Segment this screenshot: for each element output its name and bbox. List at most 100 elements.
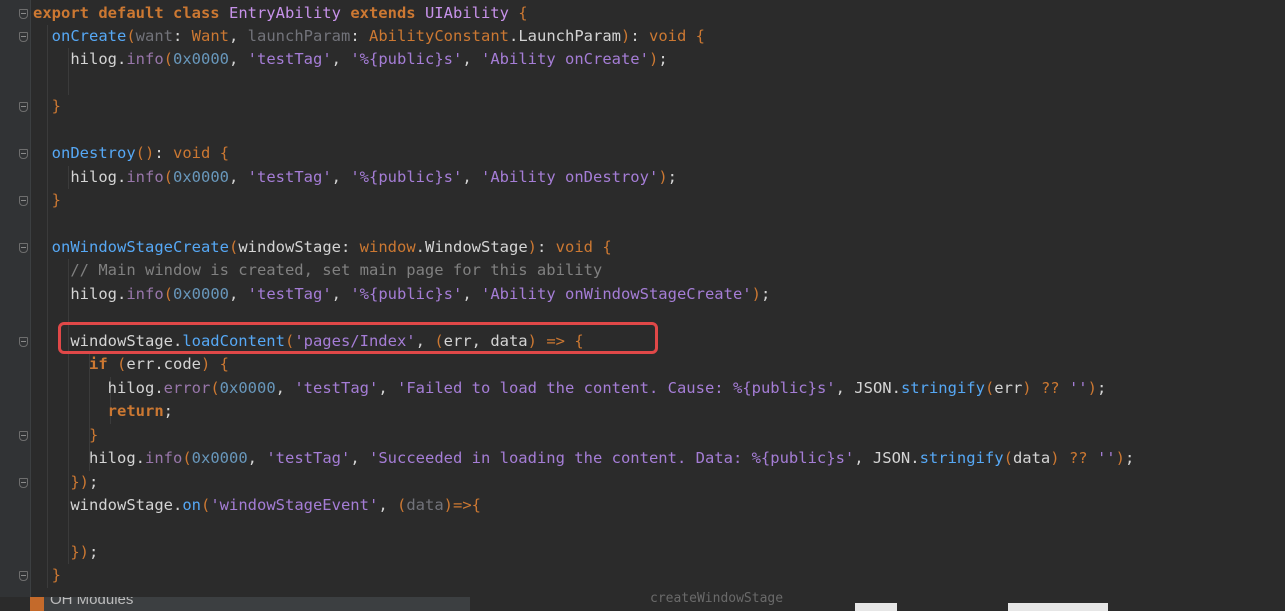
code-token: '' <box>1068 378 1088 397</box>
code-token: { <box>219 355 230 374</box>
code-token: } <box>51 191 62 210</box>
fold-marker-icon[interactable] <box>19 102 28 113</box>
code-token: err <box>994 378 1023 397</box>
code-token: onDestroy <box>51 144 136 163</box>
code-token: class <box>172 3 229 22</box>
code-token: 0x0000 <box>219 378 276 397</box>
code-token: ) <box>1115 449 1125 468</box>
code-token: void <box>555 238 603 256</box>
code-line[interactable]: onDestroy(): void { <box>33 142 229 165</box>
code-token: info <box>126 284 164 303</box>
code-token: , <box>350 449 369 468</box>
code-token: info <box>126 167 164 186</box>
fold-marker-icon[interactable] <box>19 196 28 207</box>
module-folder-icon <box>30 597 44 611</box>
code-token: ( <box>200 495 211 514</box>
code-line[interactable]: hilog.info(0x0000, 'testTag', '%{public}… <box>33 283 770 306</box>
fold-marker-icon[interactable] <box>19 8 28 19</box>
code-token: Want <box>191 26 229 45</box>
code-token: ) <box>751 284 761 303</box>
code-token: : <box>630 26 649 45</box>
code-token: 0x0000 <box>173 50 229 69</box>
code-line[interactable]: hilog.info(0x0000, 'testTag', '%{public}… <box>33 166 677 189</box>
code-token: ) <box>620 26 631 45</box>
code-line[interactable]: if (err.code) { <box>33 353 229 376</box>
code-token: '%{public}s' <box>350 284 463 303</box>
code-line[interactable]: } <box>33 189 61 212</box>
code-token: void <box>173 144 220 163</box>
fold-marker-icon[interactable] <box>19 430 28 441</box>
code-token: '%{public}s' <box>350 50 463 69</box>
code-token: error <box>163 378 211 397</box>
code-token: onWindowStageCreate <box>51 238 229 256</box>
fold-marker-icon[interactable] <box>19 571 28 582</box>
code-token: }) <box>70 472 89 491</box>
code-token: ; <box>163 402 173 421</box>
code-token: : <box>173 26 192 45</box>
code-token: , <box>229 284 248 303</box>
code-token: , <box>378 378 398 397</box>
code-line[interactable]: } <box>33 424 98 447</box>
code-line[interactable]: } <box>33 95 61 118</box>
fold-marker-icon[interactable] <box>19 243 28 253</box>
code-token: stringify <box>919 449 1004 468</box>
code-token: ( <box>126 26 136 45</box>
fold-marker-icon[interactable] <box>19 477 28 488</box>
code-token: ( <box>163 50 173 69</box>
code-token: ) <box>658 167 668 186</box>
code-token: }) <box>70 542 89 561</box>
code-token: 'testTag' <box>294 378 379 397</box>
code-token: ) <box>1050 449 1069 468</box>
code-editor[interactable]: export default class EntryAbility extend… <box>0 0 1285 611</box>
code-token: UIAbility <box>424 3 519 22</box>
fold-marker-icon[interactable] <box>19 149 28 160</box>
code-token: ; <box>760 284 771 303</box>
code-token: return <box>107 402 164 421</box>
code-token: windowStage: <box>238 238 360 256</box>
fold-marker-icon[interactable] <box>19 31 28 42</box>
code-line[interactable]: onCreate(want: Want, launchParam: Abilit… <box>33 25 705 48</box>
code-token: : <box>537 238 556 256</box>
code-token: ?? <box>1068 449 1097 468</box>
code-token: ; <box>89 542 99 561</box>
code-line[interactable]: }); <box>33 471 98 494</box>
code-token: EntryAbility <box>228 3 351 22</box>
code-token: 0x0000 <box>173 284 229 303</box>
code-token: ) <box>201 355 220 374</box>
bottom-panel-patch <box>1008 603 1108 611</box>
code-line[interactable]: // Main window is created, set main page… <box>33 259 602 282</box>
code-line[interactable]: export default class EntryAbility extend… <box>33 2 528 25</box>
code-token: '' <box>1096 449 1116 468</box>
code-line[interactable]: }); <box>33 541 98 564</box>
code-line[interactable]: onWindowStageCreate(windowStage: window.… <box>33 236 612 259</box>
highlight-annotation-box <box>58 322 658 354</box>
fold-marker-icon[interactable] <box>19 336 28 347</box>
code-token: on <box>182 495 201 514</box>
code-token: , <box>331 284 351 303</box>
code-token: ( <box>396 495 407 514</box>
code-token: data <box>1012 449 1051 468</box>
modules-tab[interactable]: OH Modules <box>30 597 470 611</box>
code-line[interactable]: hilog.info(0x0000, 'testTag', 'Succeeded… <box>33 447 1134 470</box>
code-token: { <box>518 3 528 22</box>
code-token: , <box>462 284 481 303</box>
code-line[interactable]: hilog.info(0x0000, 'testTag', '%{public}… <box>33 48 667 71</box>
code-line[interactable]: windowStage.on('windowStageEvent', (data… <box>33 494 481 517</box>
code-line[interactable]: return; <box>33 400 173 423</box>
code-token: err.code <box>126 355 201 374</box>
code-token: { <box>471 495 482 514</box>
code-token: , <box>229 167 248 186</box>
code-line[interactable]: hilog.error(0x0000, 'testTag', 'Failed t… <box>33 377 1107 400</box>
code-token: ( <box>984 378 995 397</box>
code-token: , <box>247 449 267 468</box>
code-token: hilog. <box>33 284 127 303</box>
code-line[interactable]: } <box>33 564 61 587</box>
code-token: { <box>602 238 612 256</box>
